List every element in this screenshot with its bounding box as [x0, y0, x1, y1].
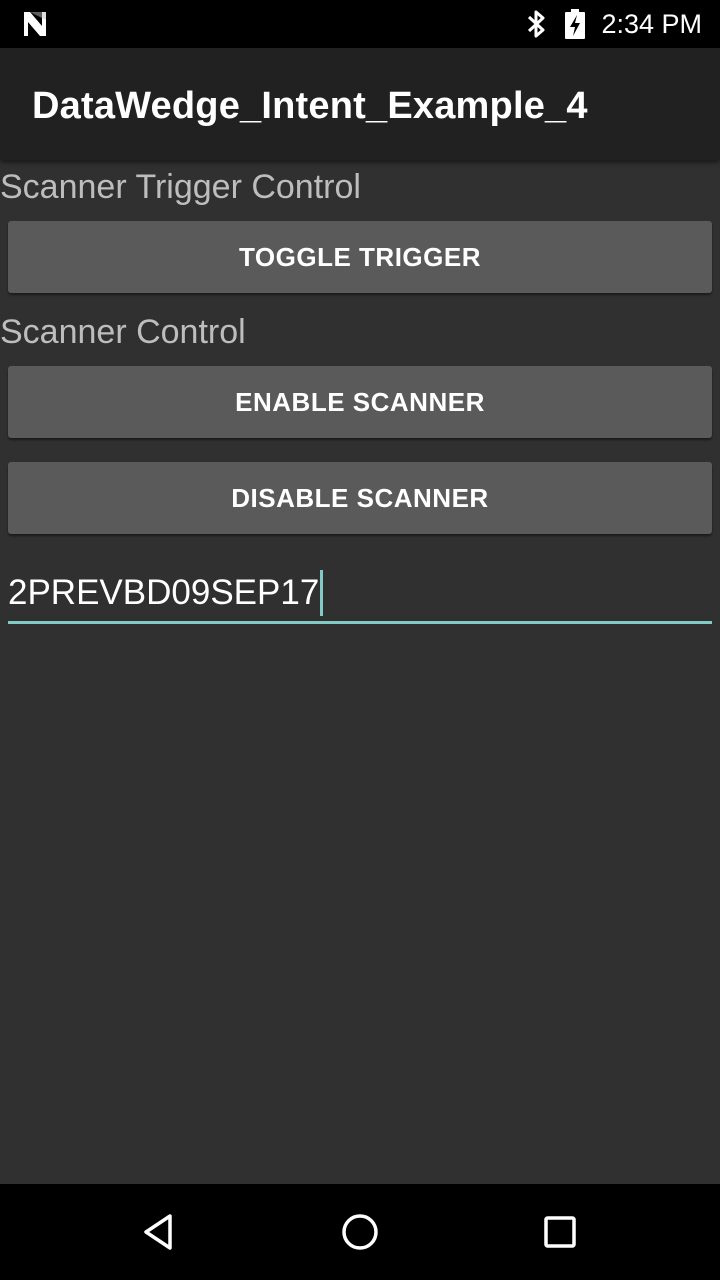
notification-n-icon — [24, 12, 46, 36]
scan-data-field[interactable]: 2PREVBD09SEP17 — [8, 560, 712, 624]
scan-data-field-content: 2PREVBD09SEP17 — [8, 570, 324, 616]
home-icon[interactable] — [336, 1208, 384, 1256]
status-bar: 2:34 PM — [0, 0, 720, 48]
text-cursor — [320, 570, 324, 616]
back-icon[interactable] — [136, 1208, 184, 1256]
disable-scanner-button[interactable]: DISABLE SCANNER — [8, 462, 712, 534]
app-bar: DataWedge_Intent_Example_4 — [0, 48, 720, 160]
battery-charging-icon — [565, 9, 585, 39]
bluetooth-icon — [527, 10, 545, 38]
recents-icon[interactable] — [536, 1208, 584, 1256]
enable-scanner-button[interactable]: ENABLE SCANNER — [8, 366, 712, 438]
screen: 2:34 PM DataWedge_Intent_Example_4 Scann… — [0, 0, 720, 1280]
toggle-trigger-button[interactable]: TOGGLE TRIGGER — [8, 221, 712, 293]
navigation-bar — [0, 1184, 720, 1280]
scan-data-value: 2PREVBD09SEP17 — [8, 573, 320, 612]
scanner-trigger-control-label: Scanner Trigger Control — [0, 168, 361, 206]
scanner-control-label: Scanner Control — [0, 313, 246, 351]
app-title: DataWedge_Intent_Example_4 — [32, 85, 588, 127]
status-clock: 2:34 PM — [601, 9, 702, 39]
